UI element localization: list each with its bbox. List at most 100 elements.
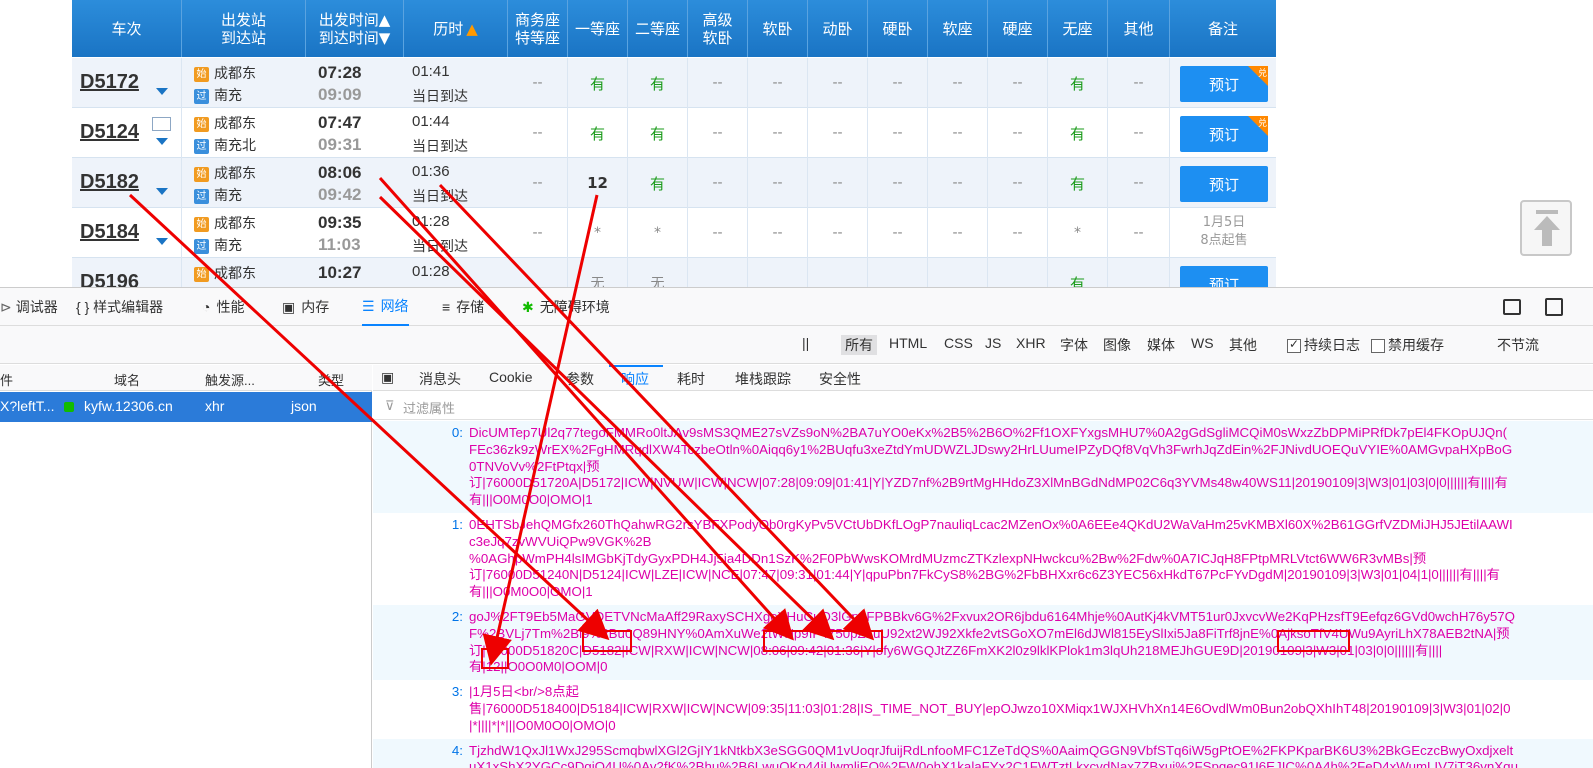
tab-network[interactable]: ☰ 网络 bbox=[362, 288, 409, 326]
request-row[interactable]: X?leftT... kyfw.12306.cn xhr json bbox=[0, 392, 372, 422]
entry-value-line: 订|76000D51240N|D5124|ICW|LZE|ICW|NCE|07:… bbox=[469, 567, 1500, 583]
entry-value-line: FEc36zk9zWrEX%2FgHMRqdlXW4TczbeOtln%0Aiq… bbox=[469, 441, 1513, 457]
chevron-down-icon[interactable] bbox=[156, 88, 168, 95]
train-number-link[interactable]: D5172 bbox=[80, 71, 139, 94]
seat-second: 有 bbox=[628, 108, 688, 158]
train-number-link[interactable]: D5124 bbox=[80, 121, 139, 144]
train-number-link[interactable]: D5184 bbox=[80, 221, 139, 244]
tab-debugger[interactable]: ⊳ 调试器 bbox=[0, 288, 58, 326]
filter-media[interactable]: 媒体 bbox=[1147, 335, 1175, 355]
filter-js[interactable]: JS bbox=[985, 335, 1001, 351]
entry-value-line: 0TNVoVv%2FtPtqx|预 bbox=[469, 458, 600, 474]
filter-ws[interactable]: WS bbox=[1191, 335, 1214, 351]
seat-other: -- bbox=[1108, 108, 1170, 158]
book-button[interactable]: 预订 bbox=[1180, 166, 1268, 202]
persist-log-checkbox[interactable]: 持续日志 bbox=[1287, 335, 1360, 355]
dock-button[interactable] bbox=[1503, 288, 1521, 326]
filter-other[interactable]: 其他 bbox=[1229, 335, 1257, 355]
request-list: 件 域名 触发源... 类型 X?leftT... kyfw.12306.cn … bbox=[0, 365, 372, 768]
seat-soft: -- bbox=[748, 58, 808, 108]
to-station: 过南充 bbox=[194, 185, 242, 205]
header-hard-seat: 硬座 bbox=[988, 0, 1048, 57]
header-train: 车次 bbox=[72, 0, 182, 57]
toggle-sidebar-icon[interactable]: ▣ bbox=[381, 369, 394, 386]
pass-badge: 过 bbox=[194, 188, 209, 204]
tab-stack-trace[interactable]: 堆栈跟踪 bbox=[735, 369, 791, 389]
sale-notice: 1月5日 8点起售 bbox=[1200, 215, 1248, 248]
tab-style-editor[interactable]: { } 样式编辑器 bbox=[76, 288, 163, 326]
duration: 01:41 bbox=[412, 63, 450, 80]
filter-all[interactable]: 所有 bbox=[841, 335, 877, 355]
from-station: 始成都东 bbox=[194, 163, 256, 183]
tab-cookie[interactable]: Cookie bbox=[489, 369, 533, 385]
filter-html[interactable]: HTML bbox=[889, 335, 927, 351]
tab-performance[interactable]: ◔ 性能 bbox=[202, 288, 244, 326]
tab-timings[interactable]: 耗时 bbox=[677, 369, 705, 389]
header-high-soft: 高级 软卧 bbox=[688, 0, 748, 57]
filter-icon: ⊽ bbox=[385, 398, 395, 413]
seat-hardseat: -- bbox=[988, 108, 1048, 158]
filter-font[interactable]: 字体 bbox=[1060, 335, 1088, 355]
header-duration[interactable]: 历时 ▲ bbox=[404, 0, 508, 57]
filter-xhr[interactable]: XHR bbox=[1016, 335, 1046, 351]
tab-accessibility[interactable]: ✱ 无障碍环境 bbox=[522, 288, 610, 326]
seat-motion: -- bbox=[808, 158, 868, 208]
response-entry: 0: DicUMTep7Ul2q77tegoFMMRo0ltJAv9sMS3QME… bbox=[373, 421, 1593, 513]
header-business: 商务座 特等座 bbox=[508, 0, 568, 57]
tab-storage[interactable]: ≡ 存储 bbox=[442, 288, 484, 326]
entry-index: 4: bbox=[451, 742, 463, 758]
from-station: 始成都东 bbox=[194, 113, 256, 133]
entry-index: 3: bbox=[451, 684, 463, 700]
col-type[interactable]: 类型 bbox=[318, 370, 344, 389]
gauge-icon: ◔ bbox=[202, 299, 211, 315]
seat-other: -- bbox=[1108, 158, 1170, 208]
dock-icon bbox=[1503, 299, 1521, 315]
from-station: 始成都东 bbox=[194, 213, 256, 233]
tab-security[interactable]: 安全性 bbox=[819, 369, 861, 389]
tab-memory[interactable]: ▣ 内存 bbox=[282, 288, 329, 326]
request-file: X?leftT... bbox=[0, 398, 55, 414]
book-button[interactable]: 预订兑 bbox=[1180, 66, 1268, 102]
separate-window-button[interactable] bbox=[1545, 288, 1563, 326]
throttle-select[interactable]: 不节流 bbox=[1497, 335, 1539, 355]
tab-params[interactable]: 参数 bbox=[566, 369, 594, 389]
chevron-down-icon[interactable] bbox=[156, 238, 168, 245]
col-file[interactable]: 件 bbox=[0, 370, 13, 389]
tab-headers[interactable]: 消息头 bbox=[419, 369, 461, 389]
highlight-seat-count bbox=[481, 648, 509, 669]
chevron-down-icon[interactable] bbox=[156, 138, 168, 145]
depart-time: 07:47 bbox=[318, 113, 362, 132]
filter-image[interactable]: 图像 bbox=[1103, 335, 1131, 355]
header-times[interactable]: 出发时间▲ 到达时间▼ bbox=[306, 0, 404, 57]
pass-badge: 过 bbox=[194, 238, 209, 254]
pause-icon[interactable]: || bbox=[802, 335, 809, 351]
arrive-time: 11:03 bbox=[318, 235, 361, 254]
devtools-tabs: ⊳ 调试器 { } 样式编辑器 ◔ 性能 ▣ 内存 ☰ 网络 ≡ 存储 ✱ 无障碍环境 bbox=[0, 288, 1593, 326]
tab-response[interactable]: 响应 bbox=[621, 369, 649, 389]
filter-properties-input[interactable]: ⊽ 过滤属性 bbox=[373, 392, 1593, 420]
seat-soft: -- bbox=[748, 208, 808, 258]
checkbox-checked-icon bbox=[1287, 337, 1301, 354]
filter-css[interactable]: CSS bbox=[944, 335, 973, 351]
back-to-top-button[interactable] bbox=[1520, 200, 1572, 256]
col-domain[interactable]: 域名 bbox=[114, 370, 140, 389]
col-trigger[interactable]: 触发源... bbox=[205, 370, 255, 389]
seat-soft: -- bbox=[748, 108, 808, 158]
entry-value-line: |*||||*|*|||O0M0O0|OMO|0 bbox=[469, 717, 616, 733]
book-button[interactable]: 预订兑 bbox=[1180, 116, 1268, 152]
devtools-panel: ⊳ 调试器 { } 样式编辑器 ◔ 性能 ▣ 内存 ☰ 网络 ≡ 存储 ✱ 无障碍环境 ||… bbox=[0, 287, 1593, 768]
seat-first: * bbox=[568, 208, 628, 258]
chip-icon: ▣ bbox=[282, 298, 296, 315]
seat-hard: -- bbox=[868, 108, 928, 158]
window-icon bbox=[1545, 298, 1563, 316]
pass-badge: 过 bbox=[194, 88, 209, 104]
from-station: 始成都东 bbox=[194, 63, 256, 83]
seat-business: -- bbox=[508, 108, 568, 158]
train-number-link[interactable]: D5182 bbox=[80, 171, 139, 194]
seat-second: 有 bbox=[628, 158, 688, 208]
seat-motion: -- bbox=[808, 208, 868, 258]
highlight-date bbox=[1277, 630, 1350, 652]
disable-cache-checkbox[interactable]: 禁用缓存 bbox=[1371, 335, 1444, 355]
chevron-down-icon[interactable] bbox=[156, 188, 168, 195]
seat-first: 有 bbox=[568, 108, 628, 158]
